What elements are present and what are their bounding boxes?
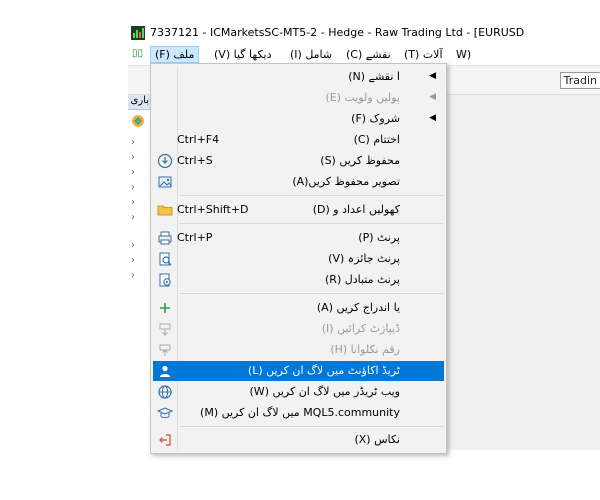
print-preview-icon [159, 252, 172, 266]
tree-expand-icon[interactable]: › [131, 240, 135, 251]
navigator-panel: › › › › › › › › › [128, 110, 150, 450]
file-menu-dropdown: ◀ ا نقشے (N) ◀ پولیں ولویت (E) ◀ شروک (F… [150, 63, 447, 454]
menu-item-label: پرنٹ متبادل (R) [324, 273, 400, 286]
tree-expand-icon[interactable]: › [131, 182, 135, 193]
printer-icon [158, 231, 172, 245]
menu-item-print[interactable]: Ctrl+P پرنٹ (P) [153, 228, 444, 248]
menu-file[interactable]: ملف (F) [150, 46, 200, 63]
menu-item-new-chart[interactable]: ◀ ا نقشے (N) [153, 67, 444, 87]
shortcut-print: Ctrl+P [177, 231, 213, 244]
menu-item-deposit[interactable]: ڈیپازٹ کرائیں (I) [153, 319, 444, 339]
menu-item-profiles[interactable]: ◀ شروک (F) [153, 109, 444, 129]
menu-item-withdraw[interactable]: رقم نکلوانا (H) [153, 340, 444, 360]
menu-item-save-picture[interactable]: تصویر محفوظ کریں(A) [153, 172, 444, 192]
menu-item-open-deleted[interactable]: ◀ پولیں ولویت (E) [153, 88, 444, 108]
tree-expand-icon[interactable]: › [131, 197, 135, 208]
menu-item-label: کھولیں اعداد و (D) [312, 203, 400, 216]
menu-item-label: MQL5.community میں لاگ ان کریں (M) [200, 406, 400, 419]
print-setup-icon [159, 273, 171, 287]
menu-item-label: تصویر محفوظ کریں(A) [292, 175, 400, 188]
menu-item-print-setup[interactable]: پرنٹ متبادل (R) [153, 270, 444, 290]
tree-expand-icon[interactable]: › [131, 152, 135, 163]
tree-expand-icon[interactable]: › [131, 255, 135, 266]
menu-item-label: اختتام (C) [353, 133, 400, 146]
exit-icon [159, 434, 171, 446]
menu-item-label: ویب ٹریڈر میں لاگ ان کریں (W) [249, 385, 401, 398]
submenu-arrow-icon: ◀ [429, 113, 436, 123]
menu-tools[interactable]: آلات (T) [400, 47, 447, 62]
menu-item-open-account[interactable]: یا اندراج کریں (A) [153, 298, 444, 318]
menu-item-login-trade-account[interactable]: ٹریڈ اکاؤنٹ میں لاگ ان کریں (L) [153, 361, 444, 381]
title-bar[interactable]: 7337121 - ICMarketsSC-MT5-2 - Hedge - Ra… [128, 22, 600, 44]
menu-item-open-data-folder[interactable]: Ctrl+Shift+D کھولیں اعداد و (D) [153, 200, 444, 220]
menu-separator [179, 426, 443, 427]
submenu-arrow-icon: ◀ [429, 92, 436, 102]
menu-item-login-mql5[interactable]: MQL5.community میں لاگ ان کریں (M) [153, 403, 444, 423]
tree-expand-icon[interactable]: › [131, 270, 135, 281]
menu-item-login-web-trader[interactable]: ویب ٹریڈر میں لاگ ان کریں (W) [153, 382, 444, 402]
folder-icon [157, 205, 173, 216]
menu-item-close[interactable]: Ctrl+F4 اختتام (C) [153, 130, 444, 150]
menu-view[interactable]: دیکھا گیا (V) [210, 47, 275, 62]
menu-item-label: محفوظ کریں (S) [320, 154, 400, 167]
tree-expand-icon[interactable]: › [131, 212, 135, 223]
menu-separator [179, 223, 443, 224]
deposit-icon [159, 323, 171, 336]
globe-icon [158, 385, 172, 399]
window-title: 7337121 - ICMarketsSC-MT5-2 - Hedge - Ra… [150, 26, 525, 39]
menu-item-label: ٹریڈ اکاؤنٹ میں لاگ ان کریں (L) [247, 364, 400, 377]
menu-item-save[interactable]: Ctrl+S محفوظ کریں (S) [153, 151, 444, 171]
menu-item-label: پرنٹ جائزہ (V) [328, 252, 400, 265]
withdraw-icon [159, 344, 171, 356]
tree-expand-icon[interactable]: › [131, 137, 135, 148]
menu-item-label: ا نقشے (N) [348, 70, 400, 83]
shortcut-data-folder: Ctrl+Shift+D [177, 203, 249, 216]
menu-item-label: شروک (F) [351, 112, 400, 125]
menu-item-print-preview[interactable]: پرنٹ جائزہ (V) [153, 249, 444, 269]
shortcut-close: Ctrl+F4 [177, 133, 220, 146]
menu-insert[interactable]: شامل (I) [286, 47, 336, 62]
menu-item-label: پولیں ولویت (E) [325, 91, 400, 104]
picture-icon [158, 176, 172, 188]
submenu-arrow-icon: ◀ [429, 71, 436, 81]
menu-item-exit[interactable]: نکاس (X) [153, 430, 444, 450]
menu-separator [179, 293, 443, 294]
menu-item-label: پرنٹ (P) [358, 231, 400, 244]
plus-icon [160, 303, 170, 313]
navigator-header: باری [128, 95, 150, 110]
graduation-cap-icon [157, 407, 173, 418]
menu-separator [179, 195, 443, 196]
tree-expand-icon[interactable]: › [131, 167, 135, 178]
navigator-title: باری [130, 95, 150, 106]
app-icon [131, 26, 145, 40]
menu-item-label: ڈیپازٹ کرائیں (I) [321, 322, 400, 335]
menu-item-label: رقم نکلوانا (H) [330, 343, 400, 356]
shortcut-save: Ctrl+S [177, 154, 213, 167]
menu-window[interactable]: (W [452, 47, 475, 62]
algo-trading-button[interactable]: Tradin [559, 72, 600, 89]
menu-item-label: نکاس (X) [354, 433, 400, 446]
save-icon [157, 153, 173, 169]
menu-charts[interactable]: نقشے (C) [342, 47, 395, 62]
user-icon [160, 365, 170, 377]
menubar-app-icon[interactable]: ▯▯ [132, 48, 143, 59]
menu-item-label: یا اندراج کریں (A) [316, 301, 400, 314]
mql5-logo-icon [132, 115, 144, 127]
